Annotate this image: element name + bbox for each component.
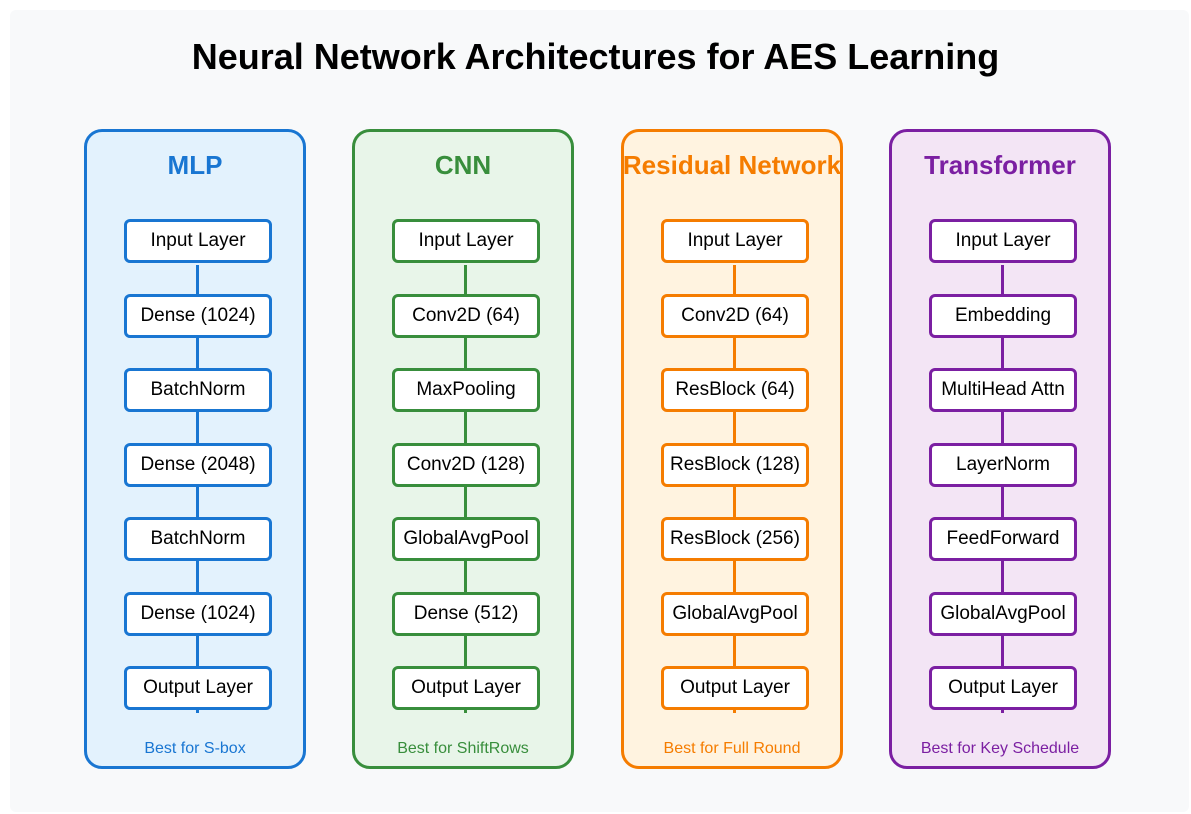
layer-box: Dense (1024) <box>124 592 272 636</box>
layer-box: GlobalAvgPool <box>929 592 1077 636</box>
column-transformer: Transformer Input Layer Embedding MultiHead… <box>889 129 1111 769</box>
layer-box: GlobalAvgPool <box>392 517 540 561</box>
column-title: MLP <box>167 150 223 180</box>
layer-box: BatchNorm <box>124 368 272 412</box>
layer-box: Dense (512) <box>392 592 540 636</box>
layer-box: Output Layer <box>124 666 272 710</box>
layer-box: LayerNorm <box>929 443 1077 487</box>
layer-box: Dense (2048) <box>124 443 272 487</box>
layer-box: Output Layer <box>392 666 540 710</box>
layer-box: Output Layer <box>661 666 809 710</box>
layer-box: MultiHead Attn <box>929 368 1077 412</box>
layer-box: GlobalAvgPool <box>661 592 809 636</box>
layer-box: Conv2D (64) <box>392 294 540 338</box>
layer-box: ResBlock (256) <box>661 517 809 561</box>
layer-box: BatchNorm <box>124 517 272 561</box>
diagram-title: Neural Network Architectures for AES Lea… <box>191 36 1000 77</box>
column-residual-network: Residual Network Input Layer Conv2D (64) Re… <box>621 129 843 769</box>
layer-box: Output Layer <box>929 666 1077 710</box>
column-mlp: MLP Input Layer Dense (1024) BatchNorm Dense… <box>84 129 306 769</box>
layer-box: ResBlock (128) <box>661 443 809 487</box>
column-note: Best for Key Schedule <box>920 740 1080 757</box>
column-cnn: CNN Input Layer Conv2D (64) MaxPooling Conv2… <box>352 129 574 769</box>
column-title: Residual Network <box>622 150 842 180</box>
column-title: CNN <box>434 150 492 180</box>
layer-box: Dense (1024) <box>124 294 272 338</box>
layer-box: Conv2D (64) <box>661 294 809 338</box>
layer-box: FeedForward <box>929 517 1077 561</box>
layer-box: ResBlock (64) <box>661 368 809 412</box>
layer-box: Conv2D (128) <box>392 443 540 487</box>
layer-box: Input Layer <box>124 219 272 263</box>
column-title: Transformer <box>924 150 1076 180</box>
layer-box: MaxPooling <box>392 368 540 412</box>
column-note: Best for ShiftRows <box>397 740 529 757</box>
layer-box: Input Layer <box>661 219 809 263</box>
column-note: Best for S-box <box>144 740 246 757</box>
layer-box: Embedding <box>929 294 1077 338</box>
column-note: Best for Full Round <box>663 740 801 757</box>
layer-box: Input Layer <box>392 219 540 263</box>
layer-box: Input Layer <box>929 219 1077 263</box>
